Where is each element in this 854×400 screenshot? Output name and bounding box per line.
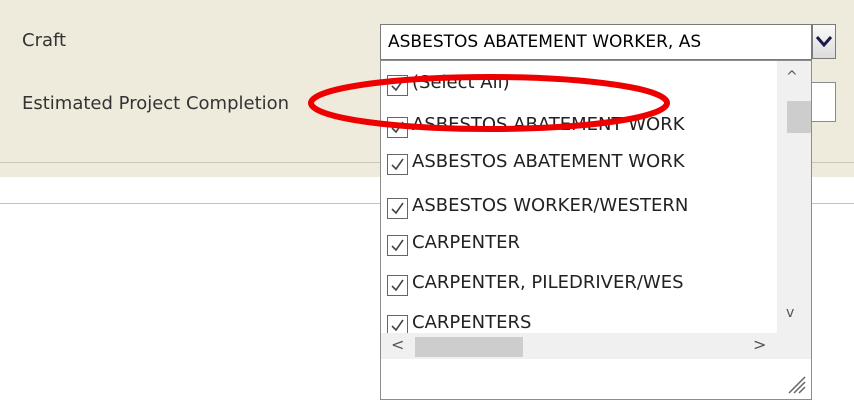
completion-date-input[interactable] — [808, 82, 836, 122]
chevron-down-icon — [815, 27, 833, 64]
horizontal-scroll-thumb[interactable] — [415, 337, 523, 357]
resize-grip-icon[interactable] — [783, 371, 807, 399]
craft-selected-value: ASBESTOS ABATEMENT WORKER, AS — [388, 32, 702, 52]
craft-dropdown-toggle[interactable] — [812, 24, 836, 59]
option-item[interactable]: ASBESTOS ABATEMENT WORK — [387, 150, 777, 184]
vertical-scrollbar[interactable]: ^ v — [777, 61, 811, 333]
scroll-left-icon[interactable]: < — [391, 335, 404, 354]
option-item[interactable]: ASBESTOS WORKER/WESTERN — [387, 194, 777, 228]
highlight-ellipse-annotation — [308, 74, 670, 132]
option-label: CARPENTER, PILEDRIVER/WES — [412, 272, 684, 293]
option-item[interactable]: CARPENTER — [387, 231, 777, 265]
option-label: ASBESTOS ABATEMENT WORK — [412, 151, 685, 172]
vertical-scroll-thumb[interactable] — [787, 101, 811, 133]
horizontal-scrollbar[interactable]: < > — [381, 333, 811, 359]
option-label: CARPENTER — [412, 232, 520, 253]
completion-label: Estimated Project Completion — [22, 93, 290, 114]
checkbox[interactable] — [387, 235, 408, 256]
scroll-right-icon[interactable]: > — [753, 335, 766, 354]
option-item[interactable]: CARPENTER, PILEDRIVER/WES — [387, 271, 777, 305]
checkbox[interactable] — [387, 154, 408, 175]
craft-select[interactable]: ASBESTOS ABATEMENT WORKER, AS — [380, 24, 812, 60]
craft-label: Craft — [22, 30, 67, 51]
option-label: ASBESTOS WORKER/WESTERN — [412, 195, 689, 216]
checkbox[interactable] — [387, 275, 408, 296]
checkbox[interactable] — [387, 198, 408, 219]
scroll-up-icon[interactable]: ^ — [786, 69, 798, 85]
option-label: CARPENTERS — [412, 312, 532, 333]
scroll-down-icon[interactable]: v — [786, 305, 794, 321]
